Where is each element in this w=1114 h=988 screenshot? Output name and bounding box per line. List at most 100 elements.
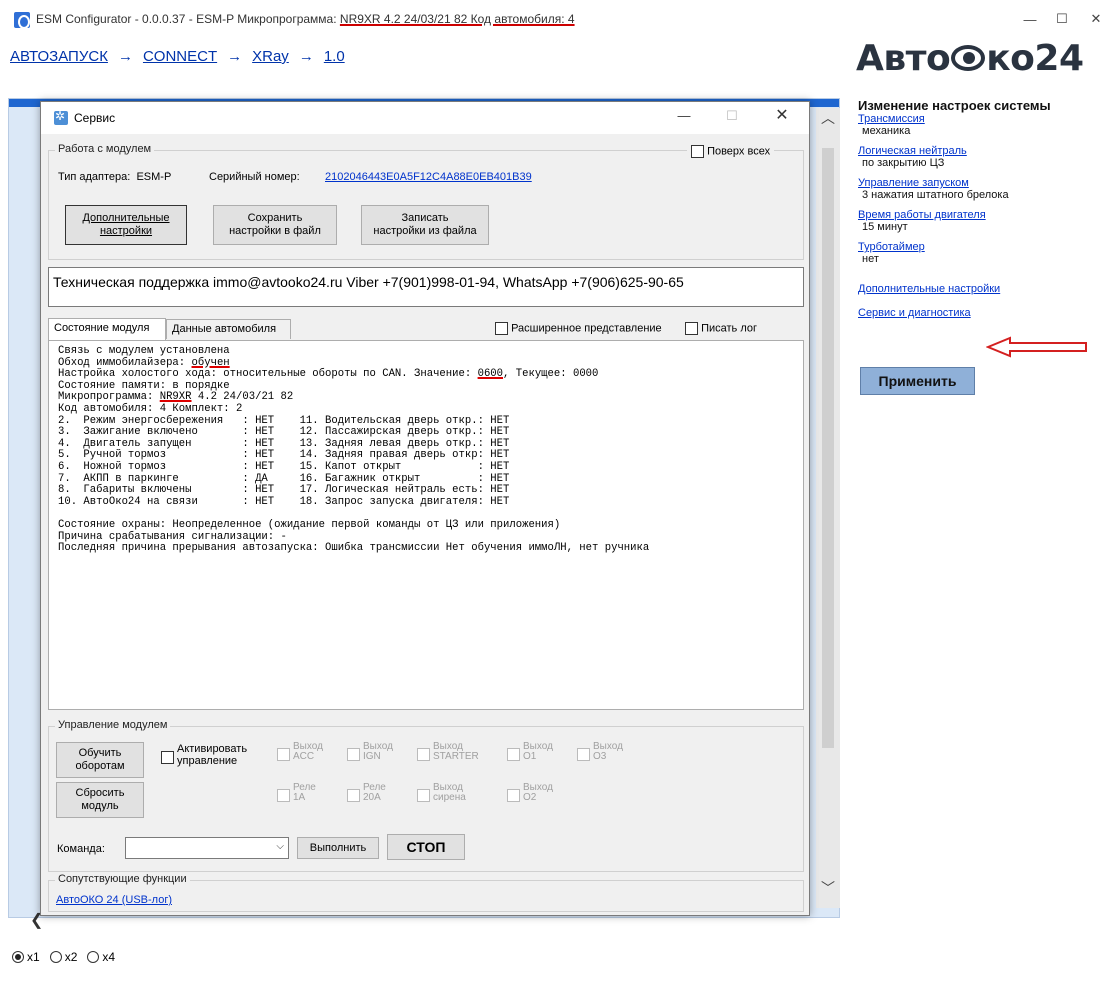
checkbox-icon (277, 789, 290, 802)
checkbox-icon (347, 748, 360, 761)
checkbox-icon (507, 789, 520, 802)
radio-selected-icon[interactable] (12, 951, 24, 963)
output-o1-checkbox: Выход O1 (507, 742, 553, 762)
learn-rpm-button[interactable]: Обучить оборотам (56, 742, 144, 778)
red-arrow-icon (986, 336, 1087, 358)
settings-link-extra[interactable]: Дополнительные настройки (858, 283, 1114, 295)
breadcrumb-separator: → (298, 48, 314, 65)
chevron-down-icon[interactable]: ⌵ (276, 841, 284, 852)
load-settings-button[interactable]: Записать настройки из файла (361, 205, 489, 245)
control-groupbox: Управление модулем Обучить оборотам Сброс… (48, 719, 804, 872)
console-line: 10. АвтоОко24 на связи : НЕТ 18. Запрос … (58, 495, 510, 508)
window-titlebar: ESM Configurator - 0.0.0.37 - ESM-P Микр… (0, 0, 1114, 38)
breadcrumb-separator: → (117, 48, 133, 65)
stop-button[interactable]: СТОП (387, 834, 465, 860)
settings-link-service[interactable]: Сервис и диагностика (858, 307, 1114, 319)
output-starter-checkbox: Выход STARTER (417, 742, 479, 762)
checkbox-icon (577, 748, 590, 761)
command-select[interactable]: ⌵ (125, 837, 289, 859)
chevron-up-icon[interactable]: ︿ (816, 108, 840, 128)
extended-view-checkbox[interactable]: Расширенное представление (495, 322, 662, 335)
settings-link-logical-neutral[interactable]: Логическая нейтраль (858, 145, 1114, 157)
settings-panel: Изменение настроек системы Трансмиссия м… (858, 98, 1114, 319)
checkbox-icon[interactable] (161, 751, 174, 764)
usb-log-link[interactable]: АвтоОКО 24 (USB-лог) (56, 894, 172, 906)
extra-settings-button[interactable]: Дополнительные настройки (65, 205, 187, 245)
checkbox-icon[interactable] (495, 322, 508, 335)
module-group-title: Работа с модулем (55, 143, 155, 155)
related-groupbox: Сопутствующие функции АвтоОКО 24 (USB-ло… (48, 873, 804, 912)
reset-module-button[interactable]: Сбросить модуль (56, 782, 144, 818)
output-acc-checkbox: Выход ACC (277, 742, 323, 762)
dialog-titlebar: Сервис — ☐ ✕ (41, 102, 809, 134)
command-label: Команда: (57, 843, 105, 855)
radio-icon[interactable] (87, 951, 100, 963)
checkbox-icon (507, 748, 520, 761)
activate-control-checkbox[interactable]: Активировать управление (161, 743, 247, 767)
settings-value-start-control: 3 нажатия штатного брелока (862, 189, 1009, 201)
output-o3-checkbox: Выход O3 (577, 742, 623, 762)
write-log-checkbox[interactable]: Писать лог (685, 322, 757, 335)
vertical-scrollbar[interactable]: ︿ ﹀ (816, 108, 840, 908)
console-line: 6. Ножной тормоз : НЕТ 15. Капот открыт … (58, 460, 510, 473)
serial-label: Серийный номер: (209, 171, 300, 183)
breadcrumb-item-autostart[interactable]: АВТОЗАПУСК (10, 48, 108, 65)
settings-value-engine-runtime: 15 минут (862, 221, 908, 233)
checkbox-icon[interactable] (691, 145, 704, 158)
service-dialog: Сервис — ☐ ✕ Работа с модулем Поверх все… (40, 101, 810, 916)
checkbox-icon (417, 789, 430, 802)
module-groupbox: Работа с модулем Поверх всех Тип адаптер… (48, 143, 804, 260)
serial-number-link[interactable]: 2102046443E0A5F12C4A88E0EB401B39 (325, 171, 532, 183)
on-top-checkbox[interactable]: Поверх всех (687, 145, 775, 158)
relay-1a-checkbox: Реле 1A (277, 783, 316, 803)
checkbox-icon (347, 789, 360, 802)
tab-car-data[interactable]: Данные автомобиля (166, 319, 291, 339)
zoom-x4-option[interactable]: x4 (87, 950, 115, 964)
checkbox-icon (417, 748, 430, 761)
save-settings-button[interactable]: Сохранить настройки в файл (213, 205, 337, 245)
chevron-down-icon[interactable]: ﹀ (816, 878, 840, 898)
scrollbar-thumb[interactable] (822, 148, 834, 748)
dialog-close-button[interactable]: ✕ (767, 105, 797, 125)
settings-heading: Изменение настроек системы (858, 98, 1051, 113)
checkbox-icon (277, 748, 290, 761)
support-textbox[interactable]: Техническая поддержка immo@avtooko24.ru … (48, 267, 804, 307)
eye-icon (951, 45, 986, 71)
breadcrumb-item-xray[interactable]: XRay (252, 48, 289, 65)
settings-link-start-control[interactable]: Управление запуском (858, 177, 1114, 189)
console-line: 8. Габариты включены : НЕТ 17. Логическа… (58, 484, 510, 497)
activate-control-label: Активировать управление (177, 743, 248, 767)
relay-20a-checkbox: Реле 20A (347, 783, 386, 803)
dialog-title: Сервис (74, 111, 116, 125)
status-console: Связь с модулем установлена Обход иммобил… (48, 340, 804, 710)
settings-link-transmission[interactable]: Трансмиссия (858, 113, 1114, 125)
dialog-minimize-button[interactable]: — (669, 108, 699, 123)
app-icon (14, 12, 30, 29)
console-line: 3. Зажигание включено : НЕТ 12. Пассажир… (58, 426, 510, 439)
output-o2-checkbox: Выход O2 (507, 783, 553, 803)
tab-module-state[interactable]: Состояние модуля (48, 318, 166, 340)
close-button[interactable]: ✕ (1076, 6, 1114, 32)
zoom-x2-option[interactable]: x2 (49, 950, 77, 964)
breadcrumb: АВТОЗАПУСК → CONNECT → XRay → 1.0 (10, 48, 345, 65)
gear-icon (54, 109, 68, 125)
apply-button[interactable]: Применить (860, 367, 975, 395)
window-title-firmware: NR9XR 4.2 24/03/21 82 Код автомобиля: 4 (339, 12, 575, 26)
radio-icon[interactable] (49, 951, 62, 963)
checkbox-icon[interactable] (685, 322, 698, 335)
execute-button[interactable]: Выполнить (297, 837, 379, 859)
breadcrumb-item-version[interactable]: 1.0 (324, 48, 345, 65)
zoom-x1-option[interactable]: x1 (12, 950, 40, 964)
settings-value-transmission: механика (862, 125, 911, 137)
breadcrumb-separator: → (227, 48, 243, 65)
settings-value-logical-neutral: по закрытию ЦЗ (862, 157, 945, 169)
zoom-radio-group: x1 x2 x4 (12, 950, 115, 964)
adapter-label: Тип адаптера: ESM-P (58, 171, 172, 183)
breadcrumb-item-connect[interactable]: CONNECT (143, 48, 217, 65)
window-title: ESM Configurator - 0.0.0.37 - ESM-P Микр… (36, 12, 575, 26)
output-siren-checkbox: Выход сирена (417, 783, 466, 803)
console-line: Последняя причина прерывания автозапуска… (58, 542, 650, 555)
settings-link-engine-runtime[interactable]: Время работы двигателя (858, 209, 1114, 221)
settings-link-turbotimer[interactable]: Турботаймер (858, 241, 1114, 253)
related-group-title: Сопутствующие функции (55, 873, 190, 885)
